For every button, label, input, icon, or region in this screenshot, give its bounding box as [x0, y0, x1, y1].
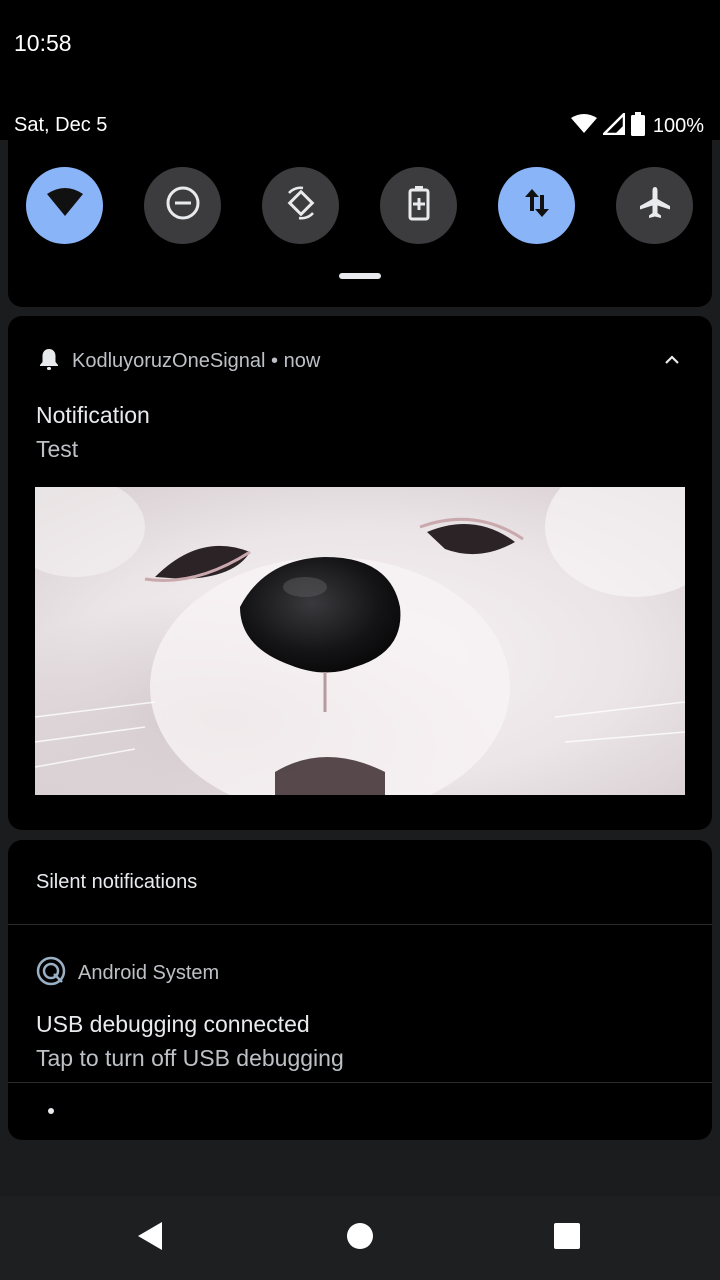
- wifi-icon: [570, 114, 597, 139]
- airplane-icon: [637, 185, 673, 226]
- mobile-data-tile[interactable]: [498, 167, 575, 244]
- home-button[interactable]: [344, 1222, 376, 1254]
- back-button[interactable]: [134, 1220, 166, 1257]
- notification-title: Notification: [36, 402, 150, 428]
- mobile-data-icon: [523, 187, 551, 224]
- auto-rotate-icon: [283, 185, 319, 226]
- notification-image[interactable]: [35, 487, 685, 795]
- notification-header: KodluyoruzOneSignal • now: [38, 347, 320, 376]
- clock[interactable]: 10:58: [14, 30, 72, 57]
- quick-settings-panel: [8, 140, 712, 307]
- airplane-mode-tile[interactable]: [616, 167, 693, 244]
- status-header: 10:58 Sat, Dec 5 100%: [0, 0, 720, 140]
- section-divider: [8, 924, 712, 925]
- separator-dot: •: [271, 350, 279, 372]
- navigation-bar: [0, 1196, 720, 1280]
- android-system-header: Android System: [36, 956, 219, 991]
- back-icon: [136, 1220, 164, 1257]
- home-icon: [346, 1222, 374, 1255]
- section-divider: [8, 1082, 712, 1083]
- silent-notifications-header[interactable]: Silent notifications: [36, 871, 197, 894]
- recents-icon: [553, 1222, 581, 1255]
- android-system-icon: [36, 956, 66, 991]
- drag-handle[interactable]: [339, 273, 381, 279]
- battery-icon: [630, 112, 645, 141]
- do-not-disturb-icon: [165, 185, 201, 226]
- bell-icon: [38, 347, 60, 376]
- silent-notifications-section: Silent notifications Android System USB …: [8, 840, 712, 1140]
- android-system-app-name: Android System: [78, 962, 220, 984]
- recents-button[interactable]: [551, 1222, 583, 1254]
- usb-debugging-title[interactable]: USB debugging connected: [36, 1011, 310, 1038]
- notification-time: now: [283, 350, 321, 372]
- date[interactable]: Sat, Dec 5: [14, 114, 107, 137]
- overflow-dot: [48, 1108, 54, 1114]
- chevron-up-icon[interactable]: [664, 352, 680, 370]
- notification-shade: 10:58 Sat, Dec 5 100% KodluyoruzOneSigna…: [0, 0, 720, 1280]
- notification-card[interactable]: KodluyoruzOneSignal • now Notification T…: [8, 316, 712, 830]
- usb-debugging-text[interactable]: Tap to turn off USB debugging: [36, 1045, 344, 1072]
- auto-rotate-tile[interactable]: [262, 167, 339, 244]
- cell-signal-icon: [600, 110, 626, 140]
- battery-percent: 100%: [652, 115, 704, 137]
- wifi-tile[interactable]: [26, 167, 103, 244]
- battery-saver-tile[interactable]: [380, 167, 457, 244]
- wifi-icon: [46, 188, 83, 223]
- battery-saver-icon: [407, 185, 431, 226]
- status-icons: 100%: [570, 110, 704, 141]
- notification-app-name: KodluyoruzOneSignal • now: [72, 350, 320, 373]
- do-not-disturb-tile[interactable]: [144, 167, 221, 244]
- notification-text: Test: [36, 436, 79, 462]
- app-name-text: KodluyoruzOneSignal: [72, 350, 266, 372]
